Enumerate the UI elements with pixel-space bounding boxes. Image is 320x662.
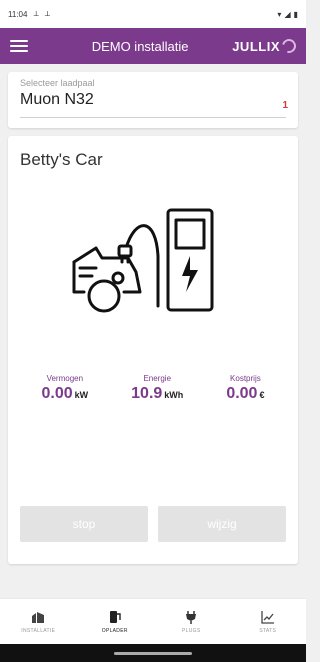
nav-item-plugs[interactable]: PLUGS <box>153 599 230 644</box>
selector-value[interactable]: Muon N32 <box>20 91 286 109</box>
nav-label: INSTALLATIE <box>21 628 56 634</box>
plug-icon <box>184 609 198 625</box>
stat-label: Vermogen <box>46 374 84 383</box>
chart-icon <box>261 609 275 625</box>
installation-icon <box>31 609 45 625</box>
brand-mark-icon <box>279 36 299 56</box>
nav-label: OPLADER <box>101 628 128 634</box>
signal-icon: ⟂ <box>33 9 39 18</box>
nav-item-charger[interactable]: OPLADER <box>77 599 154 644</box>
charger-selector[interactable]: Selecteer laadpaal Muon N32 1 <box>8 72 298 128</box>
charging-stats: Vermogen 0.00 kW Energie 10.9 kWh Kostprij… <box>8 374 298 403</box>
stat-energy: Energie 10.9 kWh <box>131 374 183 403</box>
menu-icon[interactable] <box>10 40 28 52</box>
selector-underline <box>20 117 286 118</box>
bottom-nav: INSTALLATIE OPLADER PLUGS STATS <box>0 598 306 644</box>
stat-cost: Kostprijs 0.00 € <box>226 374 264 403</box>
wifi-icon: ▾ <box>277 9 282 19</box>
brand-name: JULLIX <box>232 38 280 54</box>
car-name: Betty's Car <box>20 150 103 169</box>
app-title: DEMO installatie <box>91 38 189 54</box>
stat-value: 10.9 kWh <box>131 385 184 402</box>
charger-icon <box>108 609 122 625</box>
signal-icon: ⟂ <box>44 9 51 18</box>
nav-item-installation[interactable]: INSTALLATIE <box>0 599 77 644</box>
status-bar: 11:04 ⟂ ⟂ ▾ ◢ ▮ <box>0 0 306 28</box>
system-nav-bar <box>0 644 306 662</box>
stat-value: 0.00 kW <box>41 385 89 402</box>
car-card: Betty's Car Vermogen 0.00 kW Energie 10.… <box>8 136 298 564</box>
edit-button[interactable]: wijzig <box>158 506 286 542</box>
car-charging-icon <box>72 208 214 313</box>
stat-label: Energie <box>143 374 172 383</box>
cell-icon: ◢ <box>284 9 291 19</box>
selector-count-badge: 1 <box>282 100 288 111</box>
stat-unit: € <box>259 390 265 400</box>
stat-unit: kW <box>74 390 89 400</box>
stat-value: 0.00 € <box>226 385 265 402</box>
battery-icon: ▮ <box>293 9 298 19</box>
status-time: 11:04 <box>8 9 28 19</box>
action-buttons: stop wijzig <box>20 506 286 542</box>
nav-label: PLUGS <box>182 628 201 634</box>
nav-item-stats[interactable]: STATS <box>230 599 307 644</box>
stat-power: Vermogen 0.00 kW <box>42 374 89 403</box>
stat-label: Kostprijs <box>230 374 261 383</box>
brand-logo: JULLIX <box>232 36 299 56</box>
nav-label: STATS <box>259 628 277 634</box>
home-indicator[interactable] <box>114 651 192 655</box>
stat-unit: kWh <box>164 390 184 400</box>
app-bar: DEMO installatie JULLIX <box>0 28 306 64</box>
selector-label: Selecteer laadpaal <box>20 78 95 88</box>
stop-button[interactable]: stop <box>20 506 148 542</box>
